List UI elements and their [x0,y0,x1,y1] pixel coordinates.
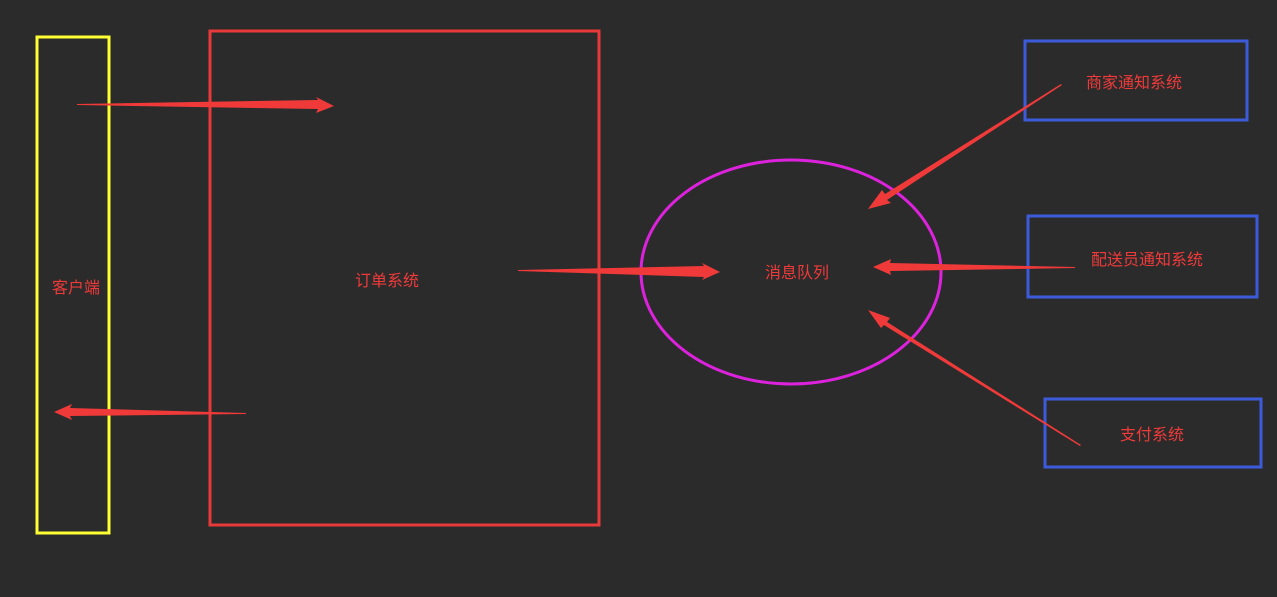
arrow-order-to-queue [518,263,720,280]
courier-notify-label: 配送员通知系统 [1091,250,1203,269]
merchant-notify-label: 商家通知系统 [1086,73,1182,92]
diagram-canvas: 客户端 订单系统 消息队列 商家通知系统 配送员通知系统 支付系统 [35,29,1263,535]
client-node: 客户端 [35,35,111,535]
order-system-label: 订单系统 [355,271,419,290]
payment-node: 支付系统 [1043,397,1263,469]
client-label: 客户端 [52,278,100,297]
arrow-client-to-order [77,97,334,113]
arrows-layer [54,84,1081,446]
courier-notify-node: 配送员通知系统 [1026,214,1259,299]
arrow-payment-to-queue [868,310,1081,446]
payment-label: 支付系统 [1120,425,1184,444]
arrow-merchant-to-queue [868,84,1062,209]
arrow-order-to-client [54,404,246,420]
message-queue-label: 消息队列 [765,263,829,282]
arrow-courier-to-queue [873,259,1075,275]
merchant-notify-node: 商家通知系统 [1023,39,1249,122]
